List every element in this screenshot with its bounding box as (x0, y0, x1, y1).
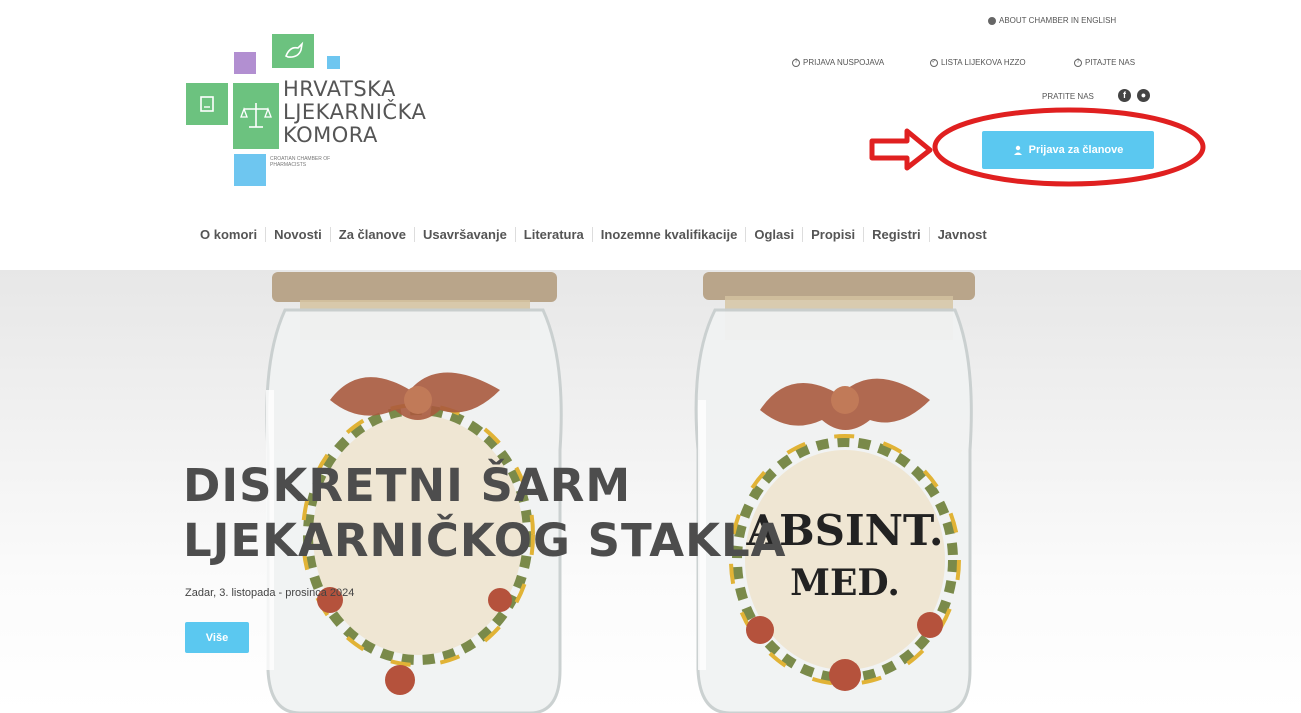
jar-label-line-2: MED. (790, 562, 900, 604)
hero-title: DISKRETNI ŠARM LJEKARNIČKOG STAKLA (183, 458, 786, 568)
nav-item-za-clanove[interactable]: Za članove (329, 226, 414, 242)
annotation-ellipse (932, 107, 1206, 187)
nav-item-inozemne-kvalifikacije[interactable]: Inozemne kvalifikacije (591, 226, 746, 242)
nav-item-usavrsavanje[interactable]: Usavršavanje (413, 226, 515, 242)
site-header: HRVATSKA LJEKARNIČKA KOMORA CROATIAN CHA… (0, 0, 1301, 270)
hero-title-line-2: LJEKARNIČKOG STAKLA (183, 514, 787, 567)
nav-item-o-komori[interactable]: O komori (192, 227, 265, 242)
nav-item-literatura[interactable]: Literatura (514, 226, 592, 242)
nav-item-javnost[interactable]: Javnost (928, 226, 995, 242)
nav-item-novosti[interactable]: Novosti (265, 226, 330, 242)
hero-date: Zadar, 3. listopada - prosinca 2024 (185, 587, 355, 599)
nav-item-oglasi[interactable]: Oglasi (745, 226, 802, 242)
hero-title-line-1: DISKRETNI ŠARM (183, 459, 632, 512)
hero-banner: ABSINT. MED. DISKRETNI ŠARM LJEKARNIČKOG… (0, 270, 1301, 713)
annotation-overlay (869, 107, 1206, 187)
nav-item-propisi[interactable]: Propisi (802, 226, 863, 242)
nav-item-registri[interactable]: Registri (863, 226, 928, 242)
more-button[interactable]: Više (185, 622, 249, 653)
annotation-arrow (869, 128, 933, 171)
main-nav: O komori Novosti Za članove Usavršavanje… (192, 224, 995, 244)
